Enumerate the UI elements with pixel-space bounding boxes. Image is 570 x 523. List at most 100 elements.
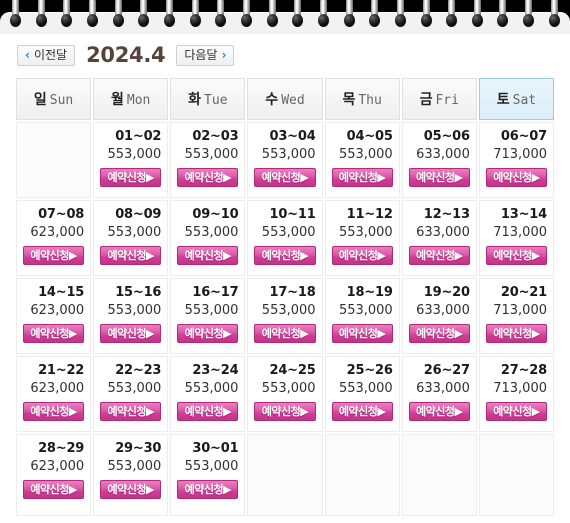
calendar-day-cell[interactable]: 18~19 553,000 예약신청▶ xyxy=(324,278,400,354)
next-month-button[interactable]: 다음달 › xyxy=(176,44,235,66)
weekday-label-kr: 금 xyxy=(419,92,433,108)
reservation-request-button[interactable]: 예약신청▶ xyxy=(23,246,85,265)
calendar-day-cell[interactable]: 12~13 633,000 예약신청▶ xyxy=(401,200,477,276)
day-cell-content: 26~27 633,000 예약신청▶ xyxy=(403,357,476,431)
calendar-day-cell[interactable]: 19~20 633,000 예약신청▶ xyxy=(401,278,477,354)
reservation-request-button[interactable]: 예약신청▶ xyxy=(177,168,239,187)
binder-ring-knob xyxy=(394,14,406,27)
date-range-label: 15~16 xyxy=(115,285,162,300)
reservation-request-button[interactable]: 예약신청▶ xyxy=(408,324,470,343)
calendar-day-cell[interactable]: 15~16 553,000 예약신청▶ xyxy=(93,278,169,354)
price-label: 553,000 xyxy=(107,303,162,318)
reservation-request-button[interactable]: 예약신청▶ xyxy=(331,246,393,265)
calendar-day-cell[interactable]: 04~05 553,000 예약신청▶ xyxy=(324,122,400,198)
date-range-label: 13~14 xyxy=(500,207,547,222)
reservation-request-button[interactable]: 예약신청▶ xyxy=(408,246,470,265)
price-label: 623,000 xyxy=(30,459,85,474)
binder-ring-knob xyxy=(497,14,509,27)
calendar-day-cell[interactable]: 06~07 713,000 예약신청▶ xyxy=(478,122,554,198)
calendar-day-cell[interactable]: 13~14 713,000 예약신청▶ xyxy=(478,200,554,276)
day-cell-content: 16~17 553,000 예약신청▶ xyxy=(171,279,244,353)
binder-ring xyxy=(163,0,175,30)
reservation-request-button[interactable]: 예약신청▶ xyxy=(331,402,393,421)
day-cell-content: 29~30 553,000 예약신청▶ xyxy=(94,435,167,515)
reservation-request-button[interactable]: 예약신청▶ xyxy=(177,246,239,265)
binder-ring-knob xyxy=(420,14,432,27)
calendar-day-cell[interactable]: 05~06 633,000 예약신청▶ xyxy=(401,122,477,198)
reservation-request-button[interactable]: 예약신청▶ xyxy=(254,402,316,421)
reservation-request-button[interactable]: 예약신청▶ xyxy=(331,324,393,343)
reservation-request-button[interactable]: 예약신청▶ xyxy=(485,168,547,187)
binder-ring-knob xyxy=(215,14,227,27)
calendar-day-cell[interactable]: 23~24 553,000 예약신청▶ xyxy=(170,356,246,432)
prev-month-button[interactable]: ‹ 이전달 xyxy=(17,44,76,66)
calendar-empty-cell xyxy=(478,434,554,516)
calendar-day-cell[interactable]: 30~01 553,000 예약신청▶ xyxy=(170,434,246,516)
calendar-day-cell[interactable]: 10~11 553,000 예약신청▶ xyxy=(247,200,323,276)
calendar-day-cell[interactable]: 17~18 553,000 예약신청▶ xyxy=(247,278,323,354)
calendar-day-cell[interactable]: 22~23 553,000 예약신청▶ xyxy=(93,356,169,432)
price-label: 633,000 xyxy=(416,381,470,396)
reservation-request-button[interactable]: 예약신청▶ xyxy=(100,324,162,343)
binder-ring xyxy=(471,0,483,30)
calendar-day-cell[interactable]: 14~15 623,000 예약신청▶ xyxy=(16,278,92,354)
calendar-day-cell[interactable]: 07~08 623,000 예약신청▶ xyxy=(16,200,92,276)
reservation-request-button[interactable]: 예약신청▶ xyxy=(177,324,239,343)
calendar-day-cell[interactable]: 08~09 553,000 예약신청▶ xyxy=(93,200,169,276)
binder-ring-knob xyxy=(163,14,175,27)
calendar-day-cell[interactable]: 11~12 553,000 예약신청▶ xyxy=(324,200,400,276)
calendar-week-row: 21~22 623,000 예약신청▶ 22~23 553,000 예약신청▶ 23~24 5… xyxy=(16,356,554,432)
binder-ring-knob xyxy=(86,14,98,27)
weekday-header-thu: 목 Thu xyxy=(324,78,400,120)
reservation-request-button[interactable]: 예약신청▶ xyxy=(331,168,393,187)
reservation-request-button[interactable]: 예약신청▶ xyxy=(100,168,162,187)
calendar-day-cell[interactable]: 29~30 553,000 예약신청▶ xyxy=(93,434,169,516)
weekday-label-en: Sat xyxy=(512,93,537,108)
reservation-request-button[interactable]: 예약신청▶ xyxy=(485,402,547,421)
date-range-label: 04~05 xyxy=(346,129,393,144)
binder-ring xyxy=(317,0,329,30)
calendar-day-cell[interactable]: 26~27 633,000 예약신청▶ xyxy=(401,356,477,432)
day-cell-content: 19~20 633,000 예약신청▶ xyxy=(403,279,476,353)
calendar-week-row: 07~08 623,000 예약신청▶ 08~09 553,000 예약신청▶ 09~10 5… xyxy=(16,200,554,276)
calendar-day-cell[interactable]: 02~03 553,000 예약신청▶ xyxy=(170,122,246,198)
reservation-request-button[interactable]: 예약신청▶ xyxy=(177,480,239,499)
calendar-day-cell[interactable]: 25~26 553,000 예약신청▶ xyxy=(324,356,400,432)
day-cell-content: 28~29 623,000 예약신청▶ xyxy=(17,435,90,515)
reservation-request-button[interactable]: 예약신청▶ xyxy=(254,168,316,187)
calendar-day-cell[interactable]: 01~02 553,000 예약신청▶ xyxy=(93,122,169,198)
price-label: 553,000 xyxy=(184,381,239,396)
day-cell-content: 04~05 553,000 예약신청▶ xyxy=(326,123,399,197)
calendar-day-cell[interactable]: 20~21 713,000 예약신청▶ xyxy=(478,278,554,354)
day-cell-content: 01~02 553,000 예약신청▶ xyxy=(94,123,167,197)
price-label: 553,000 xyxy=(184,459,239,474)
reservation-request-button[interactable]: 예약신청▶ xyxy=(485,246,547,265)
price-label: 633,000 xyxy=(416,147,470,162)
reservation-request-button[interactable]: 예약신청▶ xyxy=(100,246,162,265)
calendar-day-cell[interactable]: 03~04 553,000 예약신청▶ xyxy=(247,122,323,198)
calendar-day-cell[interactable]: 16~17 553,000 예약신청▶ xyxy=(170,278,246,354)
reservation-request-button[interactable]: 예약신청▶ xyxy=(177,402,239,421)
reservation-request-button[interactable]: 예약신청▶ xyxy=(100,402,162,421)
reservation-request-button[interactable]: 예약신청▶ xyxy=(408,168,470,187)
calendar-day-cell[interactable]: 28~29 623,000 예약신청▶ xyxy=(16,434,92,516)
reservation-request-button[interactable]: 예약신청▶ xyxy=(254,324,316,343)
reservation-request-button[interactable]: 예약신청▶ xyxy=(23,324,85,343)
calendar-body: 01~02 553,000 예약신청▶ 02~03 553,000 예약신청▶ 03~04 5… xyxy=(16,122,554,516)
calendar-week-row: 01~02 553,000 예약신청▶ 02~03 553,000 예약신청▶ 03~04 5… xyxy=(16,122,554,198)
day-cell-content: 12~13 633,000 예약신청▶ xyxy=(403,201,476,275)
binder-ring xyxy=(35,0,47,30)
calendar-day-cell[interactable]: 27~28 713,000 예약신청▶ xyxy=(478,356,554,432)
date-range-label: 26~27 xyxy=(423,363,470,378)
reservation-request-button[interactable]: 예약신청▶ xyxy=(23,402,85,421)
calendar-day-cell[interactable]: 21~22 623,000 예약신청▶ xyxy=(16,356,92,432)
reservation-request-button[interactable]: 예약신청▶ xyxy=(254,246,316,265)
price-label: 713,000 xyxy=(493,225,547,240)
reservation-request-button[interactable]: 예약신청▶ xyxy=(100,480,162,499)
reservation-request-button[interactable]: 예약신청▶ xyxy=(408,402,470,421)
calendar-day-cell[interactable]: 24~25 553,000 예약신청▶ xyxy=(247,356,323,432)
reservation-request-button[interactable]: 예약신청▶ xyxy=(485,324,547,343)
calendar-day-cell[interactable]: 09~10 553,000 예약신청▶ xyxy=(170,200,246,276)
price-label: 633,000 xyxy=(416,225,470,240)
reservation-request-button[interactable]: 예약신청▶ xyxy=(23,480,85,499)
